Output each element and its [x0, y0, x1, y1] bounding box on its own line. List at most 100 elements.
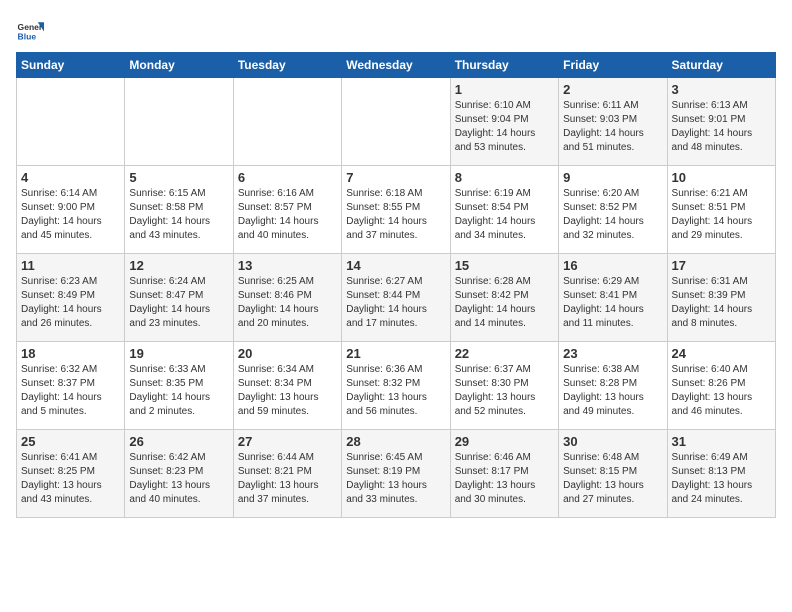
col-header-monday: Monday [125, 53, 233, 78]
day-info: Sunrise: 6:16 AMSunset: 8:57 PMDaylight:… [238, 187, 337, 243]
day-info: Sunrise: 6:18 AMSunset: 8:55 PMDaylight:… [346, 187, 445, 243]
calendar-cell: 3Sunrise: 6:13 AMSunset: 9:01 PMDaylight… [667, 78, 775, 166]
calendar-cell: 25 Sunrise: 6:41 AMSunset: 8:25 PMDayligh… [17, 430, 125, 518]
calendar-cell [125, 78, 233, 166]
day-info: Sunrise: 6:38 AMSunset: 8:28 PMDaylight:… [563, 363, 662, 419]
calendar-cell: 20 Sunrise: 6:34 AMSunset: 8:34 PMDayligh… [233, 342, 341, 430]
day-info: Sunrise: 6:19 AMSunset: 8:54 PMDaylight:… [455, 187, 554, 243]
day-number: 10 [672, 170, 771, 185]
day-info: Sunrise: 6:21 AMSunset: 8:51 PMDaylight:… [672, 187, 771, 243]
day-number: 12 [129, 258, 228, 273]
calendar-table: SundayMondayTuesdayWednesdayThursdayFrid… [16, 52, 776, 518]
day-number: 20 [238, 346, 337, 361]
day-number: 5 [129, 170, 228, 185]
calendar-cell: 29 Sunrise: 6:46 AMSunset: 8:17 PMDayligh… [450, 430, 558, 518]
col-header-wednesday: Wednesday [342, 53, 450, 78]
day-number: 18 [21, 346, 120, 361]
calendar-cell: 13 Sunrise: 6:25 AMSunset: 8:46 PMDayligh… [233, 254, 341, 342]
day-info: Sunrise: 6:25 AMSunset: 8:46 PMDaylight:… [238, 275, 337, 331]
calendar-cell [342, 78, 450, 166]
calendar-cell [233, 78, 341, 166]
calendar-cell: 10 Sunrise: 6:21 AMSunset: 8:51 PMDayligh… [667, 166, 775, 254]
day-info: Sunrise: 6:48 AMSunset: 8:15 PMDaylight:… [563, 451, 662, 507]
col-header-friday: Friday [559, 53, 667, 78]
day-info: Sunrise: 6:23 AMSunset: 8:49 PMDaylight:… [21, 275, 120, 331]
col-header-saturday: Saturday [667, 53, 775, 78]
day-number: 6 [238, 170, 337, 185]
calendar-week-4: 18Sunrise: 6:32 AMSunset: 8:37 PMDayligh… [17, 342, 776, 430]
calendar-cell: 27Sunrise: 6:44 AMSunset: 8:21 PMDayligh… [233, 430, 341, 518]
day-number: 16 [563, 258, 662, 273]
day-info: Sunrise: 6:34 AMSunset: 8:34 PMDaylight:… [238, 363, 337, 419]
day-number: 3 [672, 82, 771, 97]
calendar-cell: 14Sunrise: 6:27 AMSunset: 8:44 PMDayligh… [342, 254, 450, 342]
calendar-cell: 11 Sunrise: 6:23 AMSunset: 8:49 PMDayligh… [17, 254, 125, 342]
calendar-cell: 2 Sunrise: 6:11 AMSunset: 9:03 PMDaylight… [559, 78, 667, 166]
day-info: Sunrise: 6:41 AMSunset: 8:25 PMDaylight:… [21, 451, 120, 507]
day-info: Sunrise: 6:40 AMSunset: 8:26 PMDaylight:… [672, 363, 771, 419]
calendar-cell: 19 Sunrise: 6:33 AMSunset: 8:35 PMDayligh… [125, 342, 233, 430]
day-number: 11 [21, 258, 120, 273]
day-number: 8 [455, 170, 554, 185]
calendar-cell: 22Sunrise: 6:37 AMSunset: 8:30 PMDayligh… [450, 342, 558, 430]
day-number: 2 [563, 82, 662, 97]
day-number: 28 [346, 434, 445, 449]
logo-icon: General Blue [16, 16, 44, 44]
day-number: 19 [129, 346, 228, 361]
day-info: Sunrise: 6:28 AMSunset: 8:42 PMDaylight:… [455, 275, 554, 331]
day-number: 17 [672, 258, 771, 273]
day-number: 31 [672, 434, 771, 449]
calendar-cell: 30 Sunrise: 6:48 AMSunset: 8:15 PMDayligh… [559, 430, 667, 518]
calendar-cell: 21Sunrise: 6:36 AMSunset: 8:32 PMDayligh… [342, 342, 450, 430]
day-info: Sunrise: 6:15 AMSunset: 8:58 PMDaylight:… [129, 187, 228, 243]
day-info: Sunrise: 6:42 AMSunset: 8:23 PMDaylight:… [129, 451, 228, 507]
day-info: Sunrise: 6:10 AMSunset: 9:04 PMDaylight:… [455, 99, 554, 155]
day-number: 25 [21, 434, 120, 449]
day-info: Sunrise: 6:29 AMSunset: 8:41 PMDaylight:… [563, 275, 662, 331]
calendar-cell: 18Sunrise: 6:32 AMSunset: 8:37 PMDayligh… [17, 342, 125, 430]
day-number: 7 [346, 170, 445, 185]
calendar-cell: 8 Sunrise: 6:19 AMSunset: 8:54 PMDaylight… [450, 166, 558, 254]
calendar-cell: 6 Sunrise: 6:16 AMSunset: 8:57 PMDaylight… [233, 166, 341, 254]
day-number: 22 [455, 346, 554, 361]
calendar-cell: 7 Sunrise: 6:18 AMSunset: 8:55 PMDaylight… [342, 166, 450, 254]
day-info: Sunrise: 6:14 AMSunset: 9:00 PMDaylight:… [21, 187, 120, 243]
calendar-week-2: 4 Sunrise: 6:14 AMSunset: 9:00 PMDaylight… [17, 166, 776, 254]
day-info: Sunrise: 6:33 AMSunset: 8:35 PMDaylight:… [129, 363, 228, 419]
day-info: Sunrise: 6:45 AMSunset: 8:19 PMDaylight:… [346, 451, 445, 507]
col-header-tuesday: Tuesday [233, 53, 341, 78]
calendar-week-1: 1 Sunrise: 6:10 AMSunset: 9:04 PMDaylight… [17, 78, 776, 166]
col-header-thursday: Thursday [450, 53, 558, 78]
day-info: Sunrise: 6:31 AMSunset: 8:39 PMDaylight:… [672, 275, 771, 331]
day-info: Sunrise: 6:11 AMSunset: 9:03 PMDaylight:… [563, 99, 662, 155]
calendar-cell: 23 Sunrise: 6:38 AMSunset: 8:28 PMDayligh… [559, 342, 667, 430]
day-info: Sunrise: 6:20 AMSunset: 8:52 PMDaylight:… [563, 187, 662, 243]
svg-text:Blue: Blue [18, 31, 37, 41]
day-number: 30 [563, 434, 662, 449]
calendar-cell: 5 Sunrise: 6:15 AMSunset: 8:58 PMDaylight… [125, 166, 233, 254]
day-number: 9 [563, 170, 662, 185]
calendar-week-3: 11 Sunrise: 6:23 AMSunset: 8:49 PMDayligh… [17, 254, 776, 342]
calendar-cell: 31Sunrise: 6:49 AMSunset: 8:13 PMDayligh… [667, 430, 775, 518]
logo: General Blue [16, 16, 48, 44]
calendar-cell: 9 Sunrise: 6:20 AMSunset: 8:52 PMDaylight… [559, 166, 667, 254]
calendar-cell: 17 Sunrise: 6:31 AMSunset: 8:39 PMDayligh… [667, 254, 775, 342]
day-number: 26 [129, 434, 228, 449]
col-header-sunday: Sunday [17, 53, 125, 78]
calendar-cell [17, 78, 125, 166]
day-number: 4 [21, 170, 120, 185]
day-number: 13 [238, 258, 337, 273]
calendar-cell: 1 Sunrise: 6:10 AMSunset: 9:04 PMDaylight… [450, 78, 558, 166]
day-info: Sunrise: 6:24 AMSunset: 8:47 PMDaylight:… [129, 275, 228, 331]
calendar-cell: 28 Sunrise: 6:45 AMSunset: 8:19 PMDayligh… [342, 430, 450, 518]
day-number: 29 [455, 434, 554, 449]
calendar-header-row: SundayMondayTuesdayWednesdayThursdayFrid… [17, 53, 776, 78]
day-number: 27 [238, 434, 337, 449]
calendar-cell: 16 Sunrise: 6:29 AMSunset: 8:41 PMDayligh… [559, 254, 667, 342]
page-header: General Blue [16, 16, 776, 44]
day-info: Sunrise: 6:46 AMSunset: 8:17 PMDaylight:… [455, 451, 554, 507]
day-number: 1 [455, 82, 554, 97]
calendar-week-5: 25 Sunrise: 6:41 AMSunset: 8:25 PMDayligh… [17, 430, 776, 518]
day-number: 23 [563, 346, 662, 361]
day-number: 15 [455, 258, 554, 273]
